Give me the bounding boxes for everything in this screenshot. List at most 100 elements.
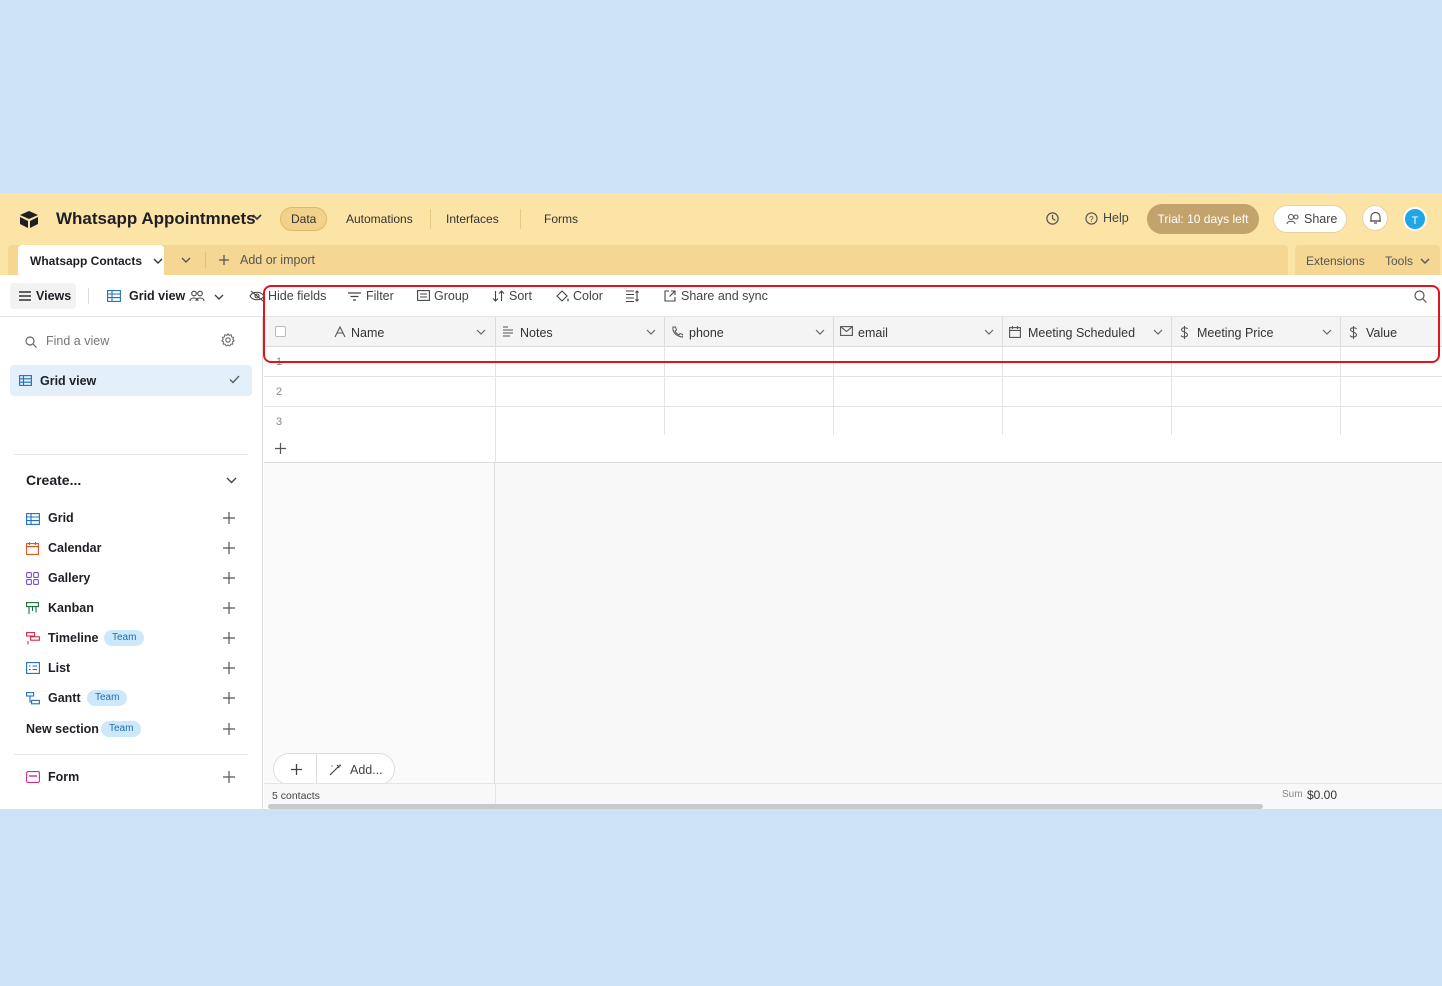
cell-divider: [833, 377, 834, 407]
filter-button[interactable]: Filter: [366, 289, 394, 303]
text-icon: [334, 326, 346, 338]
share-and-sync-button[interactable]: Share and sync: [681, 289, 768, 303]
chevron-down-icon[interactable]: [214, 292, 224, 302]
gallery-icon: [26, 572, 39, 585]
column-header-name[interactable]: Name: [264, 317, 496, 347]
pill-divider: [316, 754, 317, 784]
column-header-notes[interactable]: Notes: [496, 317, 665, 347]
create-section-title[interactable]: Create...: [26, 472, 81, 488]
plus-icon[interactable]: [222, 631, 236, 645]
tab-interfaces[interactable]: Interfaces: [436, 207, 509, 231]
top-header: Whatsapp Appointmnets Data Automations I…: [0, 193, 1442, 245]
group-button[interactable]: Group: [434, 289, 469, 303]
sort-icon: [492, 290, 505, 302]
cell-divider: [1340, 347, 1341, 377]
chevron-down-icon[interactable]: [1420, 256, 1430, 266]
cell-divider: [1340, 377, 1341, 407]
extensions-button[interactable]: Extensions: [1306, 254, 1365, 268]
help-icon[interactable]: ?: [1085, 212, 1098, 225]
create-list-item[interactable]: List: [26, 659, 246, 679]
column-header-email[interactable]: email: [834, 317, 1003, 347]
plus-icon[interactable]: [222, 541, 236, 555]
search-icon: [25, 336, 37, 348]
chevron-down-icon[interactable]: [815, 328, 825, 336]
plus-icon[interactable]: [222, 601, 236, 615]
cell-divider: [1340, 407, 1341, 437]
create-gallery-item[interactable]: Gallery: [26, 569, 246, 589]
table-tab-whatsapp-contacts[interactable]: Whatsapp Contacts: [18, 245, 164, 275]
add-record-pill[interactable]: Add...: [273, 753, 395, 785]
current-view-name[interactable]: Grid view: [129, 289, 185, 303]
extensions-tools-box: Extensions Tools: [1295, 245, 1440, 275]
chevron-down-icon[interactable]: [984, 328, 994, 336]
all-tables-chevron-icon[interactable]: [181, 255, 191, 265]
share-button[interactable]: Share: [1273, 205, 1347, 233]
create-calendar-item[interactable]: Calendar: [26, 539, 246, 559]
search-icon[interactable]: [1414, 290, 1427, 303]
column-header-meeting-price[interactable]: Meeting Price: [1172, 317, 1341, 347]
app-window: Whatsapp Appointmnets Data Automations I…: [0, 193, 1442, 809]
create-item-label: New section: [26, 722, 99, 736]
tools-button[interactable]: Tools: [1385, 254, 1413, 268]
history-icon[interactable]: [1045, 211, 1060, 226]
plus-icon[interactable]: [222, 691, 236, 705]
notifications-button[interactable]: [1362, 205, 1388, 231]
chevron-down-icon[interactable]: [226, 475, 237, 485]
avatar[interactable]: T: [1403, 207, 1427, 231]
sort-button[interactable]: Sort: [509, 289, 532, 303]
plus-icon[interactable]: [222, 571, 236, 585]
phone-icon: [672, 326, 683, 338]
plus-icon[interactable]: [222, 722, 236, 736]
cell-divider: [1171, 407, 1172, 437]
add-record-row[interactable]: [264, 435, 1442, 463]
table-row[interactable]: 3: [264, 407, 1442, 437]
sidebar-item-grid-view[interactable]: Grid view: [10, 365, 252, 396]
tab-forms[interactable]: Forms: [534, 207, 588, 231]
column-header-meeting-scheduled[interactable]: Meeting Scheduled: [1003, 317, 1172, 347]
create-new-section-item[interactable]: New section Team: [26, 720, 246, 740]
create-form-item[interactable]: Form: [26, 768, 246, 788]
table-row[interactable]: 1: [264, 347, 1442, 377]
nav-divider: [430, 209, 431, 229]
chevron-down-icon[interactable]: [646, 328, 656, 336]
create-timeline-item[interactable]: Timeline Team: [26, 629, 246, 649]
base-logo-icon[interactable]: [18, 209, 40, 229]
sidebar-divider: [14, 454, 248, 455]
gear-icon[interactable]: [221, 333, 235, 347]
chevron-down-icon[interactable]: [251, 211, 263, 223]
row-height-icon[interactable]: [626, 290, 640, 302]
select-all-checkbox[interactable]: [275, 326, 286, 337]
help-link[interactable]: Help: [1103, 211, 1129, 225]
base-title[interactable]: Whatsapp Appointmnets: [56, 209, 256, 229]
column-label: Meeting Scheduled: [1028, 326, 1136, 340]
plus-icon[interactable]: [222, 511, 236, 525]
team-badge: Team: [87, 690, 128, 706]
tab-automations[interactable]: Automations: [336, 207, 423, 231]
tab-data[interactable]: Data: [280, 207, 328, 231]
views-button[interactable]: Views: [10, 283, 76, 309]
create-gantt-item[interactable]: Gantt Team: [26, 689, 246, 709]
find-view-input[interactable]: Find a view: [46, 334, 109, 348]
column-header-phone[interactable]: phone: [665, 317, 834, 347]
cell-divider: [1002, 377, 1003, 407]
column-header-value[interactable]: Value: [1341, 317, 1442, 347]
column-label: Name: [351, 326, 385, 340]
chevron-down-icon[interactable]: [476, 328, 486, 336]
color-button[interactable]: Color: [573, 289, 603, 303]
create-grid-item[interactable]: Grid: [26, 509, 246, 529]
toolbar-divider: [88, 288, 89, 304]
create-kanban-item[interactable]: Kanban: [26, 599, 246, 619]
trial-badge[interactable]: Trial: 10 days left: [1147, 204, 1259, 234]
horizontal-scrollbar[interactable]: [268, 804, 1263, 809]
sum-label[interactable]: Sum: [1282, 789, 1303, 800]
plus-icon[interactable]: [290, 763, 303, 776]
paint-bucket-icon: [556, 290, 569, 302]
add-label[interactable]: Add...: [350, 763, 383, 777]
plus-icon[interactable]: [222, 770, 236, 784]
chevron-down-icon[interactable]: [1322, 328, 1332, 336]
chevron-down-icon[interactable]: [1153, 328, 1163, 336]
table-row[interactable]: 2: [264, 377, 1442, 407]
chevron-down-icon[interactable]: [153, 256, 163, 266]
hide-fields-button[interactable]: Hide fields: [268, 289, 326, 303]
plus-icon[interactable]: [222, 661, 236, 675]
